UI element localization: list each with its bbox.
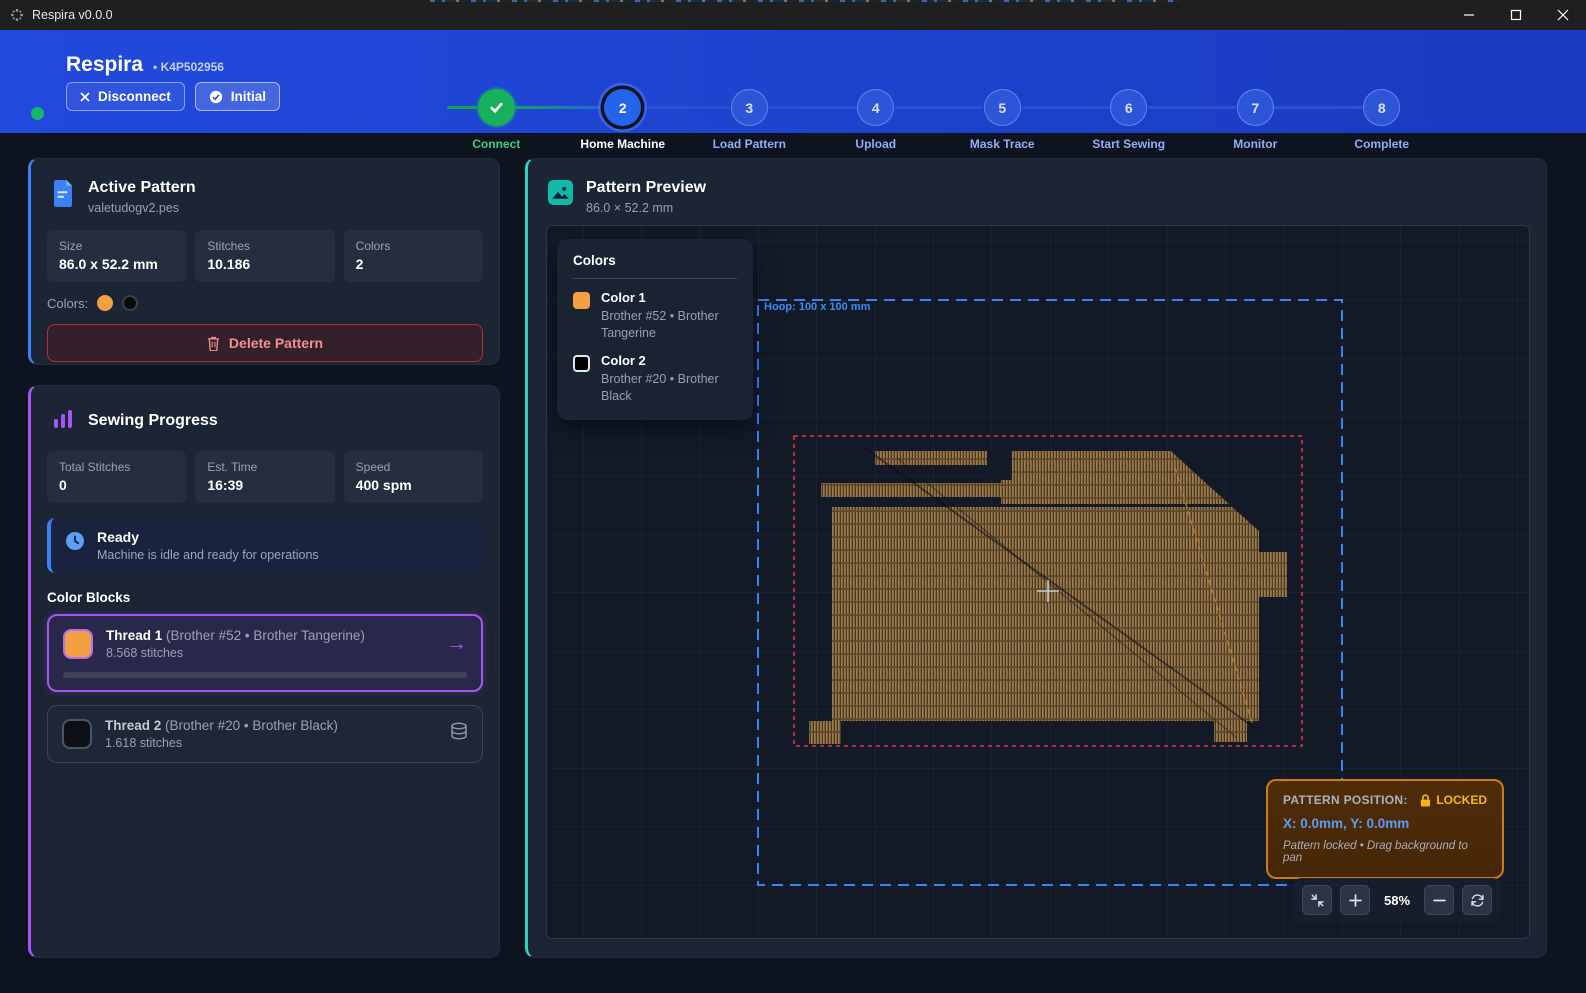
clock-icon (65, 531, 85, 551)
color-blocks-heading: Color Blocks (31, 573, 499, 614)
color-swatch-orange (97, 295, 113, 311)
thread-2-block[interactable]: Thread 2 (Brother #20 • Brother Black) 1… (47, 705, 483, 763)
stat-est-time: Est. Time 16:39 (195, 451, 334, 503)
position-coordinates: X: 0.0mm, Y: 0.0mm (1283, 816, 1487, 831)
thread-1-block[interactable]: Thread 1 (Brother #52 • Brother Tangerin… (47, 614, 483, 692)
locked-badge: LOCKED (1436, 793, 1487, 807)
thread-1-swatch (63, 629, 93, 659)
arrow-right-icon: → (446, 632, 467, 656)
legend-item-color-2: Color 2 Brother #20 • Brother Black (573, 353, 737, 405)
minimize-button[interactable] (1445, 0, 1492, 30)
pattern-dimensions: 86.0 × 52.2 mm (586, 201, 706, 215)
step-start-sewing[interactable]: 6 Start Sewing (1066, 89, 1193, 151)
database-icon (450, 722, 468, 747)
pattern-position-overlay: PATTERN POSITION: LOCKED X: 0.0mm, Y: 0.… (1266, 779, 1504, 879)
colors-label: Colors: (47, 296, 88, 311)
legend-swatch-2 (573, 355, 590, 372)
legend-title: Colors (573, 253, 737, 268)
step-connect[interactable]: Connect (433, 89, 560, 151)
stat-colors: Colors 2 (344, 230, 483, 282)
sewing-progress-card: Sewing Progress Total Stitches 0 Est. Ti… (28, 385, 500, 958)
thread-1-progress-bar (63, 672, 467, 678)
legend-swatch-1 (573, 292, 590, 309)
app-header: Respira • K4P502956 Disconnect Initial C… (0, 30, 1586, 133)
legend-divider (573, 278, 737, 279)
status-description: Machine is idle and ready for operations (97, 548, 319, 562)
stat-speed: Speed 400 spm (344, 451, 483, 503)
x-icon (80, 92, 90, 102)
refresh-button[interactable] (1462, 885, 1492, 915)
pattern-filename: valetudogv2.pes (88, 201, 196, 215)
status-title: Ready (97, 529, 319, 545)
bar-chart-icon (51, 407, 75, 436)
colors-legend: Colors Color 1 Brother #52 • Brother Tan… (557, 239, 753, 420)
stat-stitches: Stitches 10.186 (195, 230, 334, 282)
check-circle-icon (209, 90, 223, 104)
maximize-button[interactable] (1492, 0, 1539, 30)
trash-icon (207, 336, 220, 351)
connection-status-dot (31, 107, 44, 120)
fit-view-button[interactable] (1302, 885, 1332, 915)
disconnect-button[interactable]: Disconnect (66, 82, 185, 111)
legend-item-color-1: Color 1 Brother #52 • Brother Tangerine (573, 290, 737, 342)
thread-2-swatch (62, 719, 92, 749)
zoom-toolbar: 58% (1293, 878, 1501, 922)
app-icon (10, 8, 24, 22)
zoom-out-button[interactable] (1424, 885, 1454, 915)
sewing-progress-title: Sewing Progress (88, 412, 218, 430)
initial-button[interactable]: Initial (195, 82, 280, 111)
image-icon (548, 180, 573, 215)
stat-total-stitches: Total Stitches 0 (47, 451, 186, 503)
lock-icon (1420, 794, 1431, 807)
position-label: PATTERN POSITION: (1283, 793, 1408, 807)
background-window-sliver (430, 0, 1180, 2)
active-pattern-title: Active Pattern (88, 179, 196, 197)
machine-serial: • K4P502956 (153, 60, 224, 74)
step-home-machine[interactable]: 2 Home Machine (560, 89, 687, 151)
step-load-pattern[interactable]: 3 Load Pattern (686, 89, 813, 151)
close-button[interactable] (1539, 0, 1586, 30)
document-icon (51, 180, 75, 215)
hoop-label: Hoop: 100 x 100 mm (764, 301, 871, 313)
step-upload[interactable]: 4 Upload (813, 89, 940, 151)
delete-pattern-button[interactable]: Delete Pattern (47, 324, 483, 362)
step-monitor[interactable]: 7 Monitor (1192, 89, 1319, 151)
window-title: Respira v0.0.0 (32, 8, 113, 22)
zoom-in-button[interactable] (1340, 885, 1370, 915)
preview-canvas[interactable]: Hoop: 100 x 100 mm Colors Color 1 Brothe… (546, 225, 1530, 939)
active-pattern-card: Active Pattern valetudogv2.pes Size 86.0… (28, 158, 500, 365)
stat-size: Size 86.0 x 52.2 mm (47, 230, 186, 282)
step-mask-trace[interactable]: 5 Mask Trace (939, 89, 1066, 151)
pattern-preview-card: Pattern Preview 86.0 × 52.2 mm (525, 158, 1547, 958)
workflow-stepper: Connect 2 Home Machine 3 Load Pattern 4 … (433, 89, 1445, 151)
brand-title: Respira (66, 53, 143, 77)
window-titlebar: Respira v0.0.0 (0, 0, 1586, 30)
position-hint: Pattern locked • Drag background to pan (1283, 840, 1487, 864)
pattern-preview-title: Pattern Preview (586, 179, 706, 197)
step-complete[interactable]: 8 Complete (1319, 89, 1446, 151)
color-swatch-black (122, 295, 138, 311)
machine-status-banner: Ready Machine is idle and ready for oper… (47, 518, 483, 573)
check-icon (478, 89, 515, 126)
zoom-level: 58% (1378, 893, 1416, 908)
